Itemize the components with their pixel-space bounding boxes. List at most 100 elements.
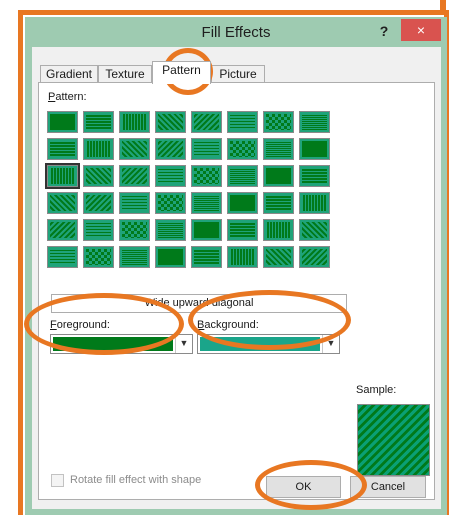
pattern-swatch-fill: [194, 222, 219, 238]
pattern-swatch-fill: [230, 141, 255, 157]
title-bar[interactable]: Fill Effects ? ×: [25, 17, 447, 47]
pattern-swatch[interactable]: [263, 192, 294, 214]
pattern-swatch[interactable]: [299, 111, 330, 133]
pattern-swatch[interactable]: [227, 219, 258, 241]
pattern-swatch[interactable]: [191, 165, 222, 187]
pattern-swatch[interactable]: [191, 219, 222, 241]
pattern-swatch-fill: [86, 168, 111, 184]
pattern-swatch-fill: [122, 249, 147, 265]
tab-texture[interactable]: Texture: [98, 65, 152, 83]
pattern-swatch[interactable]: [191, 138, 222, 160]
chevron-down-icon[interactable]: ▼: [322, 335, 339, 353]
cancel-button[interactable]: Cancel: [350, 476, 426, 498]
pattern-swatch-fill: [86, 222, 111, 238]
pattern-swatch-fill: [230, 195, 255, 211]
pattern-swatch-fill: [302, 114, 327, 130]
foreground-label-rest: oreground:: [56, 319, 110, 331]
rotate-fill-checkbox[interactable]: [51, 474, 64, 487]
pattern-swatch[interactable]: [119, 111, 150, 133]
pattern-swatch-fill: [230, 222, 255, 238]
pattern-swatch[interactable]: [227, 138, 258, 160]
pattern-swatch-fill: [50, 249, 75, 265]
chevron-down-icon[interactable]: ▼: [175, 335, 192, 353]
pattern-swatch-fill: [230, 114, 255, 130]
pattern-swatch[interactable]: [263, 165, 294, 187]
sample-label: Sample:: [356, 384, 397, 396]
tab-picture[interactable]: Picture: [211, 65, 265, 83]
pattern-swatch-fill: [194, 168, 219, 184]
pattern-swatch[interactable]: [83, 192, 114, 214]
sample-preview: [357, 404, 430, 476]
pattern-swatch[interactable]: [83, 219, 114, 241]
pattern-swatch[interactable]: [119, 219, 150, 241]
pattern-swatch[interactable]: [155, 219, 186, 241]
pattern-swatch[interactable]: [299, 138, 330, 160]
tab-gradient[interactable]: Gradient: [40, 65, 98, 83]
pattern-swatch-fill: [158, 222, 183, 238]
dialog-body: Gradient Texture Pattern Picture Pattern…: [32, 47, 441, 509]
pattern-grid: [45, 111, 333, 273]
pattern-swatch-fill: [50, 195, 75, 211]
pattern-swatch[interactable]: [191, 246, 222, 268]
annotation-mark: [440, 0, 446, 14]
pattern-swatch[interactable]: [83, 138, 114, 160]
ok-button[interactable]: OK: [266, 476, 341, 498]
pattern-swatch[interactable]: [155, 192, 186, 214]
pattern-swatch-fill: [194, 249, 219, 265]
pattern-swatch-fill: [122, 141, 147, 157]
pattern-swatch[interactable]: [299, 219, 330, 241]
foreground-label-accel: F: [50, 319, 57, 331]
pattern-swatch[interactable]: [227, 246, 258, 268]
pattern-swatch[interactable]: [299, 246, 330, 268]
pattern-swatch[interactable]: [227, 192, 258, 214]
pattern-swatch[interactable]: [227, 165, 258, 187]
pattern-swatch[interactable]: [119, 192, 150, 214]
pattern-swatch[interactable]: [155, 138, 186, 160]
pattern-swatch[interactable]: [191, 111, 222, 133]
pattern-swatch[interactable]: [263, 111, 294, 133]
background-color-dropdown[interactable]: ▼: [197, 334, 340, 354]
pattern-swatch[interactable]: [227, 111, 258, 133]
pattern-swatch[interactable]: [47, 138, 78, 160]
pattern-swatch-fill: [86, 141, 111, 157]
pattern-swatch-fill: [302, 222, 327, 238]
pattern-swatch-fill: [302, 249, 327, 265]
pattern-swatch[interactable]: [119, 138, 150, 160]
foreground-color-dropdown[interactable]: ▼: [50, 334, 193, 354]
pattern-swatch-fill: [50, 168, 75, 184]
pattern-swatch-fill: [302, 141, 327, 157]
pattern-swatch[interactable]: [45, 163, 80, 189]
pattern-swatch-fill: [158, 195, 183, 211]
pattern-swatch-fill: [50, 114, 75, 130]
pattern-swatch-fill: [158, 114, 183, 130]
foreground-color-swatch: [53, 337, 173, 351]
pattern-swatch[interactable]: [263, 246, 294, 268]
tab-pattern[interactable]: Pattern: [152, 61, 211, 84]
pattern-swatch[interactable]: [191, 192, 222, 214]
pattern-swatch[interactable]: [155, 111, 186, 133]
pattern-swatch-fill: [302, 195, 327, 211]
pattern-swatch[interactable]: [47, 246, 78, 268]
pattern-swatch[interactable]: [47, 192, 78, 214]
pattern-swatch[interactable]: [47, 111, 78, 133]
pattern-swatch[interactable]: [299, 192, 330, 214]
help-button[interactable]: ?: [374, 21, 394, 41]
pattern-swatch[interactable]: [47, 219, 78, 241]
pattern-swatch[interactable]: [299, 165, 330, 187]
pattern-swatch[interactable]: [155, 165, 186, 187]
pattern-tab-page: Pattern: Wide upward diagonal Foreground…: [38, 82, 435, 500]
pattern-swatch-fill: [266, 114, 291, 130]
background-label: Background:: [197, 319, 259, 331]
pattern-swatch-fill: [266, 168, 291, 184]
pattern-swatch-fill: [194, 114, 219, 130]
pattern-swatch[interactable]: [263, 219, 294, 241]
close-button[interactable]: ×: [401, 19, 441, 41]
pattern-swatch[interactable]: [83, 246, 114, 268]
pattern-swatch[interactable]: [83, 165, 114, 187]
pattern-swatch[interactable]: [155, 246, 186, 268]
pattern-swatch[interactable]: [119, 246, 150, 268]
pattern-swatch[interactable]: [83, 111, 114, 133]
pattern-swatch[interactable]: [263, 138, 294, 160]
fill-effects-dialog: Fill Effects ? × Gradient Texture Patter…: [25, 17, 447, 515]
pattern-swatch[interactable]: [119, 165, 150, 187]
